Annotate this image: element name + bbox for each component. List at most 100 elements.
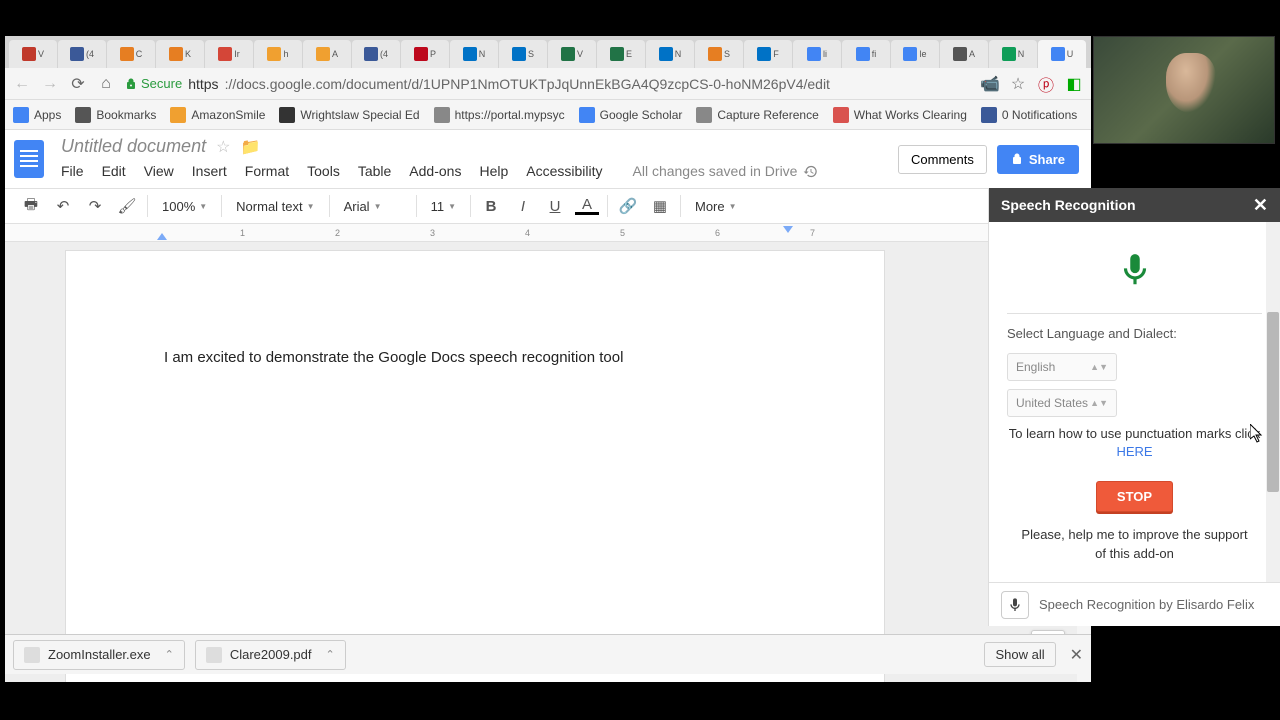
close-downloads-icon[interactable]: ✕ xyxy=(1070,645,1083,665)
comment-icon[interactable]: ▦ xyxy=(648,194,672,218)
underline-icon[interactable]: U xyxy=(543,194,567,218)
panel-scrollbar-thumb[interactable] xyxy=(1267,312,1279,492)
browser-tab[interactable]: U xyxy=(1038,40,1086,68)
bold-icon[interactable]: B xyxy=(479,194,503,218)
browser-tab[interactable]: li xyxy=(793,40,841,68)
browser-tab[interactable]: fi xyxy=(842,40,890,68)
forward-button[interactable]: → xyxy=(41,75,59,93)
bookmark-star-icon[interactable]: ☆ xyxy=(1009,75,1027,93)
browser-tab[interactable]: N xyxy=(646,40,694,68)
document-title[interactable]: Untitled document xyxy=(61,136,206,157)
browser-tab[interactable]: N xyxy=(450,40,498,68)
bookmark-item[interactable]: Google Scholar xyxy=(579,107,683,123)
ruler-tick: 6 xyxy=(715,228,720,238)
star-icon[interactable]: ☆ xyxy=(216,137,230,157)
bookmark-item[interactable]: Apps xyxy=(13,107,61,123)
print-icon[interactable]: 🖶 xyxy=(19,194,43,218)
menu-insert[interactable]: Insert xyxy=(192,163,227,179)
comments-button[interactable]: Comments xyxy=(898,145,987,174)
font-dropdown[interactable]: Arial▼ xyxy=(338,199,408,214)
menu-add-ons[interactable]: Add-ons xyxy=(409,163,461,179)
link-icon[interactable]: 🔗 xyxy=(616,194,640,218)
editor-area: I am excited to demonstrate the Google D… xyxy=(5,242,1091,682)
panel-title: Speech Recognition xyxy=(1001,197,1136,213)
camera-icon[interactable]: 📹 xyxy=(981,75,999,93)
browser-tab[interactable]: (4 xyxy=(58,40,106,68)
bookmark-item[interactable]: Wrightslaw Special Ed xyxy=(279,107,419,123)
browser-tab[interactable]: S xyxy=(695,40,743,68)
font-size-dropdown[interactable]: 11▼ xyxy=(425,199,462,214)
home-button[interactable]: ⌂ xyxy=(97,75,115,93)
ruler-tick: 5 xyxy=(620,228,625,238)
browser-tab[interactable]: K xyxy=(156,40,204,68)
lock-icon xyxy=(125,78,137,90)
help-link[interactable]: HERE xyxy=(1116,444,1152,459)
undo-icon[interactable]: ↶ xyxy=(51,194,75,218)
browser-tab[interactable]: F xyxy=(744,40,792,68)
pinterest-extension-icon[interactable]: ⓟ xyxy=(1037,75,1055,93)
download-item[interactable]: ZoomInstaller.exe⌃ xyxy=(13,640,185,670)
bookmark-item[interactable]: 0 Notifications xyxy=(981,107,1077,123)
bookmark-item[interactable]: AmazonSmile xyxy=(170,107,265,123)
menu-help[interactable]: Help xyxy=(479,163,508,179)
browser-tab[interactable]: V xyxy=(548,40,596,68)
download-item[interactable]: Clare2009.pdf⌃ xyxy=(195,640,346,670)
share-button[interactable]: Share xyxy=(997,145,1079,174)
browser-tab[interactable]: le xyxy=(891,40,939,68)
redo-icon[interactable]: ↷ xyxy=(83,194,107,218)
paint-format-icon[interactable]: 🖌 xyxy=(115,194,139,218)
show-all-downloads[interactable]: Show all xyxy=(984,642,1055,667)
save-status: All changes saved in Drive xyxy=(633,163,819,179)
style-dropdown[interactable]: Normal text▼ xyxy=(230,199,320,214)
ruler-tick: 1 xyxy=(240,228,245,238)
url-field[interactable]: Secure https://docs.google.com/document/… xyxy=(125,76,971,92)
menu-view[interactable]: View xyxy=(144,163,174,179)
italic-icon[interactable]: I xyxy=(511,194,535,218)
stop-button[interactable]: STOP xyxy=(1096,481,1173,512)
ruler: 1234567 xyxy=(5,224,1091,242)
browser-tab[interactable]: V xyxy=(9,40,57,68)
menu-table[interactable]: Table xyxy=(358,163,391,179)
close-panel-icon[interactable]: ✕ xyxy=(1253,195,1268,216)
browser-tab[interactable]: (4 xyxy=(352,40,400,68)
footer-credit: Speech Recognition by Elisardo Felix xyxy=(1039,597,1254,612)
document-text[interactable]: I am excited to demonstrate the Google D… xyxy=(164,349,786,366)
browser-tab[interactable]: Ir xyxy=(205,40,253,68)
punctuation-help: To learn how to use punctuation marks cl… xyxy=(1007,425,1262,461)
bookmark-item[interactable]: Bookmarks xyxy=(75,107,156,123)
menu-file[interactable]: File xyxy=(61,163,84,179)
back-button[interactable]: ← xyxy=(13,75,31,93)
browser-tab[interactable]: h xyxy=(254,40,302,68)
address-bar: ← → ⟳ ⌂ Secure https://docs.google.com/d… xyxy=(5,68,1091,100)
menu-tools[interactable]: Tools xyxy=(307,163,340,179)
indent-marker-left[interactable] xyxy=(157,233,167,240)
folder-icon[interactable]: 📁 xyxy=(240,137,260,157)
document-page[interactable]: I am excited to demonstrate the Google D… xyxy=(65,250,885,682)
docs-logo[interactable] xyxy=(5,130,53,188)
bookmark-item[interactable]: Capture Reference xyxy=(696,107,818,123)
browser-tab[interactable]: N xyxy=(989,40,1037,68)
microphone-icon[interactable] xyxy=(1116,248,1154,292)
secure-indicator: Secure xyxy=(125,76,182,91)
bookmark-item[interactable]: What Works Clearing xyxy=(833,107,967,123)
dialect-select[interactable]: United States▲▼ xyxy=(1007,389,1117,417)
bookmark-item[interactable]: https://portal.mypsyc xyxy=(434,107,565,123)
language-select[interactable]: English▲▼ xyxy=(1007,353,1117,381)
extension-icon[interactable]: ◧ xyxy=(1065,75,1083,93)
menu-format[interactable]: Format xyxy=(245,163,289,179)
footer-mic-icon[interactable] xyxy=(1001,591,1029,619)
zoom-dropdown[interactable]: 100%▼ xyxy=(156,199,213,214)
browser-tab[interactable]: E xyxy=(597,40,645,68)
browser-tab[interactable]: P xyxy=(401,40,449,68)
browser-tab[interactable]: S xyxy=(499,40,547,68)
indent-marker-right[interactable] xyxy=(783,226,793,233)
browser-tab[interactable]: C xyxy=(107,40,155,68)
menu-accessibility[interactable]: Accessibility xyxy=(526,163,602,179)
panel-scrollbar[interactable] xyxy=(1266,222,1280,582)
menu-edit[interactable]: Edit xyxy=(102,163,126,179)
more-dropdown[interactable]: More▼ xyxy=(689,199,743,214)
text-color-icon[interactable]: A xyxy=(575,197,599,215)
browser-tab[interactable]: A xyxy=(303,40,351,68)
reload-button[interactable]: ⟳ xyxy=(69,75,87,93)
browser-tab[interactable]: A xyxy=(940,40,988,68)
